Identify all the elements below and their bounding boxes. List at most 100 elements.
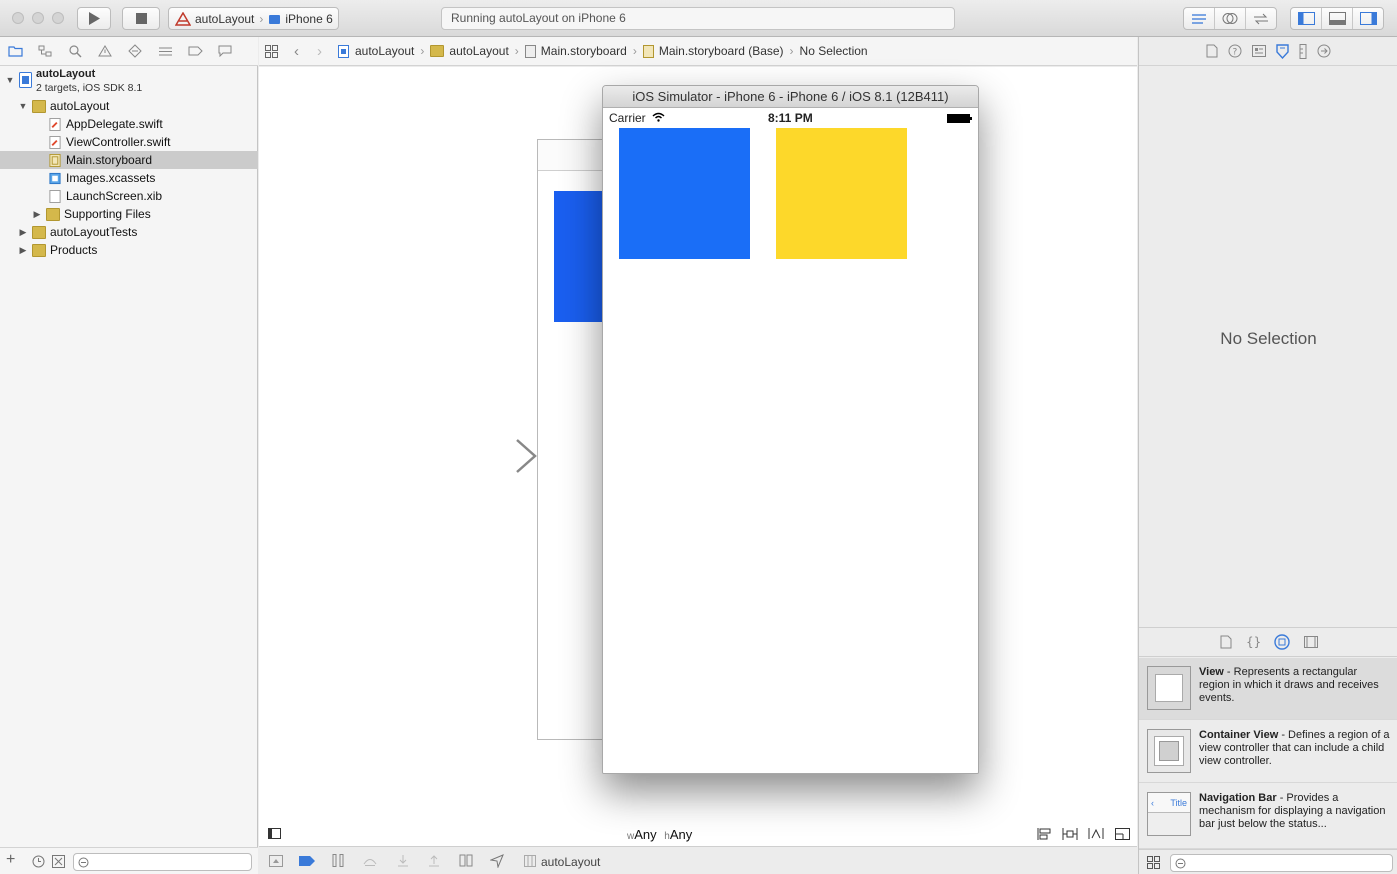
- library-filter-field[interactable]: [1170, 854, 1393, 872]
- run-button[interactable]: [77, 7, 111, 30]
- file-inspector-icon[interactable]: [1206, 44, 1218, 58]
- size-inspector-icon[interactable]: [1299, 43, 1307, 59]
- breadcrumb-file[interactable]: Main.storyboard: [541, 44, 627, 58]
- toggle-debug-area-button[interactable]: [1322, 8, 1353, 29]
- align-icon[interactable]: [1037, 828, 1051, 840]
- attributes-inspector-icon[interactable]: [1276, 43, 1289, 59]
- tree-item-main-storyboard[interactable]: Main.storyboard: [0, 151, 258, 169]
- breadcrumb-selection[interactable]: No Selection: [800, 44, 868, 58]
- swift-file-icon: [49, 135, 61, 149]
- wifi-icon: [652, 112, 665, 122]
- toggle-utilities-button[interactable]: [1353, 8, 1383, 29]
- standard-editor-button[interactable]: [1184, 8, 1215, 29]
- breadcrumb-project[interactable]: autoLayout: [355, 44, 414, 58]
- breakpoint-navigator-tab[interactable]: [180, 46, 210, 56]
- disclosure-expanded-icon[interactable]: ▼: [5, 75, 15, 85]
- size-class-selector[interactable]: wAny hAny: [627, 827, 692, 842]
- identity-inspector-icon[interactable]: [1252, 45, 1266, 57]
- ios-simulator-window[interactable]: iOS Simulator - iPhone 6 - iPhone 6 / iO…: [602, 85, 979, 774]
- tree-item-launchscreen[interactable]: LaunchScreen.xib: [0, 187, 258, 205]
- step-out-icon[interactable]: [428, 854, 440, 867]
- project-navigator-tab[interactable]: [0, 45, 30, 57]
- xcode-project-icon: [19, 72, 32, 88]
- debug-navigator-tab[interactable]: [150, 46, 180, 57]
- step-into-icon[interactable]: [397, 854, 409, 867]
- chevron-right-icon: ›: [789, 44, 794, 58]
- scheme-selector[interactable]: autoLayout › iPhone 6: [168, 7, 339, 30]
- filter-icon: [78, 857, 89, 868]
- disclosure-collapsed-icon[interactable]: ▶: [18, 227, 28, 238]
- zoom-window-button[interactable]: [52, 12, 64, 24]
- navigator-filter-field[interactable]: [73, 853, 252, 871]
- library-item-view[interactable]: View - Represents a rectangular region i…: [1139, 658, 1397, 720]
- resizing-behavior-icon[interactable]: [1115, 828, 1130, 840]
- object-library-icon[interactable]: [1273, 634, 1290, 650]
- toggle-navigator-button[interactable]: [1291, 8, 1322, 29]
- disclosure-collapsed-icon[interactable]: ▶: [32, 209, 42, 220]
- disclosure-collapsed-icon[interactable]: ▶: [18, 245, 28, 256]
- back-arrow-icon[interactable]: ‹: [294, 43, 299, 60]
- tree-item-autolayouttests[interactable]: ▶ autoLayoutTests: [0, 223, 258, 241]
- forward-arrow-icon[interactable]: ›: [317, 43, 322, 60]
- battery-icon: [947, 114, 972, 123]
- document-outline-toggle-icon[interactable]: [268, 828, 281, 839]
- tree-item-images-xcassets[interactable]: Images.xcassets: [0, 169, 258, 187]
- breakpoints-active-icon[interactable]: [299, 856, 315, 866]
- diamond-icon: [128, 44, 142, 58]
- report-navigator-tab[interactable]: [210, 45, 240, 57]
- scheme-project-label: autoLayout: [195, 11, 255, 26]
- tree-item-viewcontroller[interactable]: ViewController.swift: [0, 133, 258, 151]
- version-editor-button[interactable]: [1246, 8, 1276, 29]
- blue-square-view[interactable]: [619, 128, 750, 259]
- media-library-icon[interactable]: [1303, 636, 1318, 648]
- scheme-device-label[interactable]: iPhone 6: [285, 12, 332, 26]
- blue-view[interactable]: [554, 191, 608, 322]
- storyboard-file-icon: [49, 153, 61, 167]
- resolve-issues-icon[interactable]: [1088, 827, 1104, 840]
- library-item-navigation-bar[interactable]: ‹ Title Navigation Bar - Provides a mech…: [1139, 784, 1397, 849]
- add-icon[interactable]: +: [6, 851, 15, 869]
- quick-help-icon[interactable]: ?: [1228, 44, 1242, 58]
- close-window-button[interactable]: [12, 12, 24, 24]
- breadcrumb-group[interactable]: autoLayout: [449, 44, 508, 58]
- tree-item-autolayout-folder[interactable]: ▼ autoLayout: [0, 97, 258, 115]
- test-navigator-tab[interactable]: [120, 44, 150, 58]
- simulator-screen[interactable]: Carrier 8:11 PM: [603, 108, 978, 773]
- tree-item-label: Images.xcassets: [66, 171, 156, 185]
- grid-view-icon[interactable]: [1147, 856, 1160, 869]
- source-control-filter-icon[interactable]: [52, 855, 65, 868]
- tree-item-appdelegate[interactable]: AppDelegate.swift: [0, 115, 258, 133]
- height-class: Any: [669, 827, 693, 842]
- symbol-navigator-tab[interactable]: [30, 45, 60, 57]
- file-template-library-icon[interactable]: [1220, 635, 1232, 649]
- code-snippet-library-icon[interactable]: {}: [1246, 635, 1260, 649]
- warning-icon: [98, 45, 112, 57]
- simulator-title-bar[interactable]: iOS Simulator - iPhone 6 - iPhone 6 / iO…: [603, 86, 978, 108]
- yellow-square-view[interactable]: [776, 128, 907, 259]
- debug-view-hierarchy-icon[interactable]: [459, 854, 473, 867]
- recent-files-clock-icon[interactable]: [32, 855, 45, 868]
- hide-debug-area-icon[interactable]: [269, 855, 283, 867]
- debug-target-label[interactable]: autoLayout: [541, 855, 600, 869]
- issue-navigator-tab[interactable]: [90, 45, 120, 57]
- stop-button[interactable]: [122, 7, 160, 30]
- find-navigator-tab[interactable]: [60, 44, 90, 58]
- tree-item-products[interactable]: ▶ Products: [0, 241, 258, 259]
- pin-icon[interactable]: [1062, 828, 1078, 840]
- library-item-container-view[interactable]: Container View - Defines a region of a v…: [1139, 721, 1397, 783]
- assistant-editor-button[interactable]: [1215, 8, 1246, 29]
- minimize-window-button[interactable]: [32, 12, 44, 24]
- view-controller-scene[interactable]: [537, 139, 608, 740]
- breadcrumb-localization[interactable]: Main.storyboard (Base): [659, 44, 784, 58]
- width-class: Any: [634, 827, 657, 842]
- activity-status: Running autoLayout on iPhone 6: [451, 11, 626, 25]
- disclosure-expanded-icon[interactable]: ▼: [18, 101, 28, 111]
- project-root-row[interactable]: ▼ autoLayout 2 targets, iOS SDK 8.1: [0, 67, 258, 95]
- related-items-grid-icon[interactable]: [265, 44, 278, 58]
- simulate-location-icon[interactable]: [490, 854, 504, 868]
- tree-item-supporting-files[interactable]: ▶ Supporting Files: [0, 205, 258, 223]
- pause-icon[interactable]: [332, 854, 344, 867]
- library-item-title: Container View: [1199, 729, 1279, 741]
- connections-inspector-icon[interactable]: [1317, 44, 1331, 58]
- step-over-icon[interactable]: [363, 855, 377, 866]
